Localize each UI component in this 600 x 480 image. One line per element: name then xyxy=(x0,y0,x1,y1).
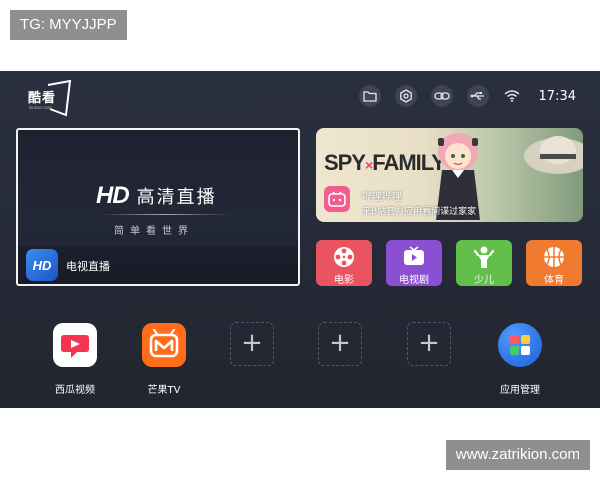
logo-subtext: ikukan.com xyxy=(29,105,52,110)
settings-icon[interactable] xyxy=(394,85,417,107)
wifi-icon xyxy=(503,87,521,105)
app-label: 西瓜视频 xyxy=(55,385,95,396)
clock: 17:34 xyxy=(538,88,576,104)
live-hero-subtitle: 简单看世界 xyxy=(114,226,194,237)
folder-icon[interactable] xyxy=(358,85,381,107)
plus-icon: + xyxy=(329,328,351,358)
plus-icon: + xyxy=(418,328,440,358)
banner-app-name: 哔哩哔哩 xyxy=(362,192,402,203)
plus-icon: + xyxy=(241,328,263,358)
category-tv-series[interactable]: 电视剧 xyxy=(386,240,442,286)
child-icon xyxy=(473,246,495,268)
banner-description: 来B站官方应用看间谍过家家 xyxy=(362,207,477,217)
category-label: 电影 xyxy=(334,275,354,286)
divider xyxy=(100,214,230,215)
watermark-top: TG: MYYJJPP xyxy=(10,10,127,40)
app-label: 芒果TV xyxy=(147,385,181,396)
basketball-icon xyxy=(544,247,564,267)
watermark-bottom: www.zatrikion.com xyxy=(445,440,590,470)
live-tv-label: 电视直播 xyxy=(66,260,110,273)
category-label: 电视剧 xyxy=(399,275,429,286)
banner-title-left: SPY xyxy=(324,150,366,175)
live-tv-tile[interactable]: HD 高清直播 简单看世界 HD 电视直播 xyxy=(16,128,300,286)
live-tile-footer: HD 电视直播 xyxy=(18,246,298,284)
link-icon[interactable] xyxy=(430,85,453,107)
category-kids[interactable]: 少儿 xyxy=(456,240,512,286)
app-manager-icon xyxy=(498,323,542,367)
usb-icon[interactable] xyxy=(466,85,489,107)
add-app-slot-2[interactable]: + xyxy=(318,322,362,366)
live-tv-app-icon: HD xyxy=(26,249,58,281)
add-app-slot-3[interactable]: + xyxy=(407,322,451,366)
live-tv-app-icon-text: HD xyxy=(32,257,52,273)
app-mango-tv[interactable] xyxy=(140,321,188,369)
film-reel-icon xyxy=(334,247,354,267)
category-movies[interactable]: 电影 xyxy=(316,240,372,286)
banner-title: SPY×FAMILY xyxy=(324,150,446,176)
hd-logo: HD xyxy=(96,182,130,209)
category-label: 少儿 xyxy=(474,275,494,286)
bilibili-icon xyxy=(324,186,350,212)
xigua-icon xyxy=(53,323,97,367)
app-label: 应用管理 xyxy=(500,385,540,396)
category-sports[interactable]: 体育 xyxy=(526,240,582,286)
app-manager[interactable] xyxy=(496,321,544,369)
live-hero: HD 高清直播 xyxy=(96,182,217,210)
app-logo: 酷看 ikukan.com xyxy=(28,79,72,119)
tv-icon xyxy=(404,246,424,265)
status-bar: 17:34 xyxy=(358,85,576,107)
mango-tv-icon xyxy=(142,323,186,367)
hat-illustration xyxy=(524,136,583,174)
promo-banner[interactable]: SPY×FAMILY 哔哩哔哩 来B站官方应用看间谍过家家 xyxy=(316,128,583,222)
app-xigua-video[interactable] xyxy=(51,321,99,369)
add-app-slot-1[interactable]: + xyxy=(230,322,274,366)
tv-home-screen: 酷看 ikukan.com 17:34 HD 高清直播 简单看世界 HD 电视直… xyxy=(0,71,600,408)
live-hero-title: 高清直播 xyxy=(136,187,217,208)
logo-text: 酷看 xyxy=(28,91,57,106)
category-label: 体育 xyxy=(544,275,564,286)
